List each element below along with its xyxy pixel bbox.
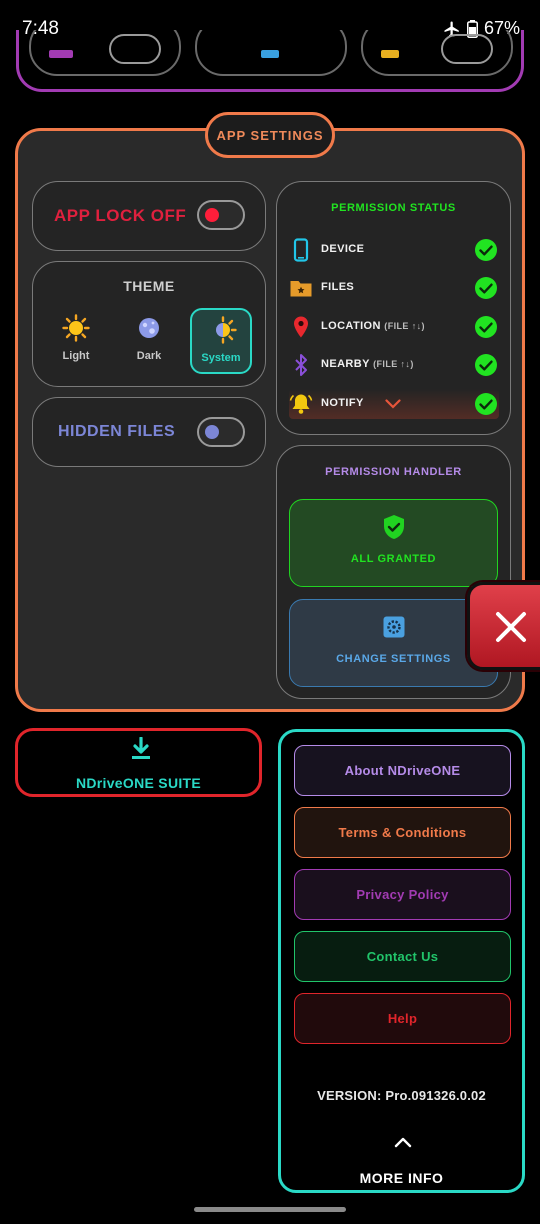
privacy-policy-button[interactable]: Privacy Policy: [294, 869, 511, 920]
strip-icon: [261, 50, 279, 58]
close-button[interactable]: [467, 582, 540, 670]
suite-label: NDriveONE SUITE: [75, 775, 202, 791]
permission-handler-title: PERMISSION HANDLER: [325, 466, 462, 478]
check-icon: [475, 393, 497, 415]
half-sun-icon: [216, 316, 237, 344]
download-icon: [132, 737, 150, 759]
bell-icon: [289, 394, 313, 414]
check-icon: [475, 316, 497, 338]
toggle-knob: [205, 425, 219, 439]
strip-pill-middle[interactable]: [195, 30, 347, 76]
strip-pill-right[interactable]: [361, 30, 513, 76]
permission-name: LOCATION (FILE ↑↓): [321, 320, 425, 332]
permission-status-title: PERMISSION STATUS: [331, 202, 456, 214]
more-info-button[interactable]: MORE INFO: [281, 1170, 522, 1186]
app-settings-panel: APP LOCK OFF THEME Light Dark System HID…: [15, 128, 525, 712]
strip-pill-left[interactable]: [29, 30, 181, 76]
theme-option-light[interactable]: Light: [45, 308, 107, 374]
theme-title: THEME: [123, 278, 175, 294]
phone-icon: [293, 238, 309, 262]
all-granted-label: ALL GRANTED: [350, 553, 437, 565]
theme-option-dark[interactable]: Dark: [118, 308, 180, 374]
permission-row-location[interactable]: LOCATION (FILE ↑↓): [289, 312, 499, 342]
chevron-up-icon[interactable]: [394, 1136, 412, 1148]
strip-icon: [49, 50, 73, 58]
hidden-files-card[interactable]: HIDDEN FILES: [32, 397, 266, 467]
app-lock-card[interactable]: APP LOCK OFF: [32, 181, 266, 251]
help-button[interactable]: Help: [294, 993, 511, 1044]
app-settings-title: APP SETTINGS: [205, 112, 335, 158]
bluetooth-icon: [295, 354, 307, 376]
strip-toggle[interactable]: [441, 34, 493, 64]
shield-check-icon: [384, 515, 404, 539]
theme-option-label: Dark: [136, 350, 162, 362]
location-pin-icon: [294, 316, 308, 338]
terms-button[interactable]: Terms & Conditions: [294, 807, 511, 858]
info-panel: About NDriveONE Terms & Conditions Priva…: [278, 729, 525, 1193]
app-lock-toggle[interactable]: [197, 200, 245, 230]
folder-icon: [290, 281, 312, 297]
home-indicator[interactable]: [194, 1207, 346, 1212]
about-button[interactable]: About NDriveONE: [294, 745, 511, 796]
settings-gear-icon: [383, 616, 405, 638]
permission-name: NEARBY (FILE ↑↓): [321, 358, 414, 370]
hidden-files-toggle[interactable]: [197, 417, 245, 447]
check-icon: [475, 277, 497, 299]
permission-sub: (FILE ↑↓): [384, 321, 425, 331]
sun-icon: [62, 314, 90, 342]
permission-row-device[interactable]: DEVICE: [289, 235, 499, 265]
hidden-files-label: HIDDEN FILES: [58, 423, 176, 440]
theme-option-label: System: [201, 352, 241, 364]
ndriveone-suite-button[interactable]: NDriveONE SUITE: [15, 728, 262, 797]
contact-us-button[interactable]: Contact Us: [294, 931, 511, 982]
permission-row-nearby[interactable]: NEARBY (FILE ↑↓): [289, 350, 499, 380]
toggle-knob: [205, 208, 219, 222]
check-icon: [475, 239, 497, 261]
permission-name: DEVICE: [321, 243, 365, 255]
strip-icon: [381, 50, 399, 58]
version-text: VERSION: Pro.091326.0.02: [317, 1088, 486, 1103]
top-toolbar-strip: [16, 30, 524, 92]
strip-toggle[interactable]: [109, 34, 161, 64]
permission-status-card: PERMISSION STATUS DEVICE FILES LOCATION …: [276, 181, 511, 435]
permission-row-notify[interactable]: NOTIFY: [289, 389, 499, 419]
moon-icon: [139, 318, 159, 338]
permission-name: FILES: [321, 281, 355, 293]
permission-name: NOTIFY: [321, 397, 364, 409]
chevron-down-icon[interactable]: [385, 399, 401, 409]
theme-option-system[interactable]: System: [190, 308, 252, 374]
permission-sub: (FILE ↑↓): [373, 359, 414, 369]
change-settings-label: CHANGE SETTINGS: [336, 653, 451, 665]
permission-row-files[interactable]: FILES: [289, 273, 499, 303]
close-icon: [496, 612, 526, 642]
theme-card: THEME Light Dark System: [32, 261, 266, 387]
theme-option-label: Light: [62, 350, 90, 362]
check-icon: [475, 354, 497, 376]
all-granted-button[interactable]: ALL GRANTED: [289, 499, 498, 587]
app-lock-label: APP LOCK OFF: [54, 206, 187, 225]
